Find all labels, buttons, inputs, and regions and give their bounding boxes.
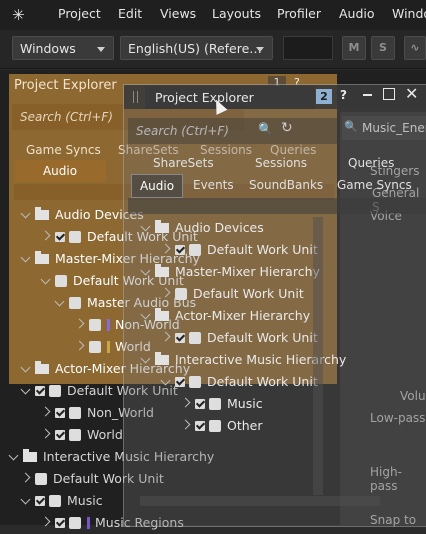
checkbox-icon[interactable] [55, 430, 65, 440]
close-icon[interactable]: ✕ [405, 84, 418, 103]
folder-icon [155, 220, 169, 233]
work-unit-icon [189, 376, 201, 388]
sliders-icon [69, 407, 81, 419]
menu-views[interactable]: Views [160, 6, 196, 21]
work-unit-icon [35, 473, 47, 485]
menu-audio[interactable]: Audio [339, 6, 375, 21]
vertical-scrollbar[interactable] [313, 217, 323, 495]
folder-icon [155, 264, 169, 277]
tree-row[interactable]: Other [180, 415, 263, 437]
mute-button[interactable]: M [342, 36, 366, 60]
meter-display [283, 36, 333, 60]
refresh-icon[interactable]: ↻ [281, 120, 293, 136]
explorer-title: Project Explorer [14, 78, 117, 93]
menu-bar: ✳ Project Edit Views Layouts Profiler Au… [0, 0, 426, 30]
language-dropdown[interactable]: English(US) (Refere… [120, 36, 273, 60]
ghost-title: Project Explorer [145, 86, 315, 109]
chevron-down-icon [256, 47, 264, 52]
tab-audio[interactable]: Audio [14, 160, 106, 182]
menu-window[interactable]: Windo [392, 6, 426, 21]
checkbox-icon[interactable] [35, 496, 45, 506]
checkbox-icon[interactable] [175, 245, 185, 255]
tab-game-syncs[interactable]: Game Syncs [26, 143, 101, 157]
checkbox-icon[interactable] [35, 386, 45, 396]
tree-row[interactable]: Music [180, 393, 263, 415]
badge-2: 2 [316, 89, 332, 104]
help-icon[interactable]: ? [340, 88, 347, 102]
work-unit-icon [189, 332, 201, 344]
menu-edit[interactable]: Edit [118, 6, 142, 21]
folder-icon [35, 361, 49, 374]
checkbox-icon[interactable] [195, 399, 205, 409]
menu-layouts[interactable]: Layouts [212, 6, 261, 21]
ghost-tab-queries[interactable]: Queries [348, 156, 394, 170]
ghost-tab-soundbanks[interactable]: SoundBanks [249, 178, 323, 192]
folder-icon [35, 207, 49, 220]
tree-row[interactable]: Default Work Unit [160, 371, 318, 393]
ghost-tab-sessions[interactable]: Sessions [255, 156, 307, 170]
horizontal-scrollbar[interactable] [140, 496, 380, 506]
work-unit-icon [49, 495, 61, 507]
tree-row[interactable]: Music [20, 490, 103, 512]
maximize-icon[interactable] [383, 88, 395, 100]
folder-icon [23, 449, 37, 462]
checkbox-icon[interactable] [175, 333, 185, 343]
bus-icon [69, 297, 81, 309]
tree-row[interactable]: World [40, 424, 123, 446]
drag-handle-icon[interactable] [133, 91, 138, 103]
platform-value: Windows [20, 41, 76, 56]
folder-icon [35, 251, 49, 264]
search-icon[interactable]: 🔍 [258, 122, 273, 136]
curve-icon[interactable]: ∿ [404, 36, 426, 60]
work-unit-icon [69, 231, 81, 243]
menu-profiler[interactable]: Profiler [277, 6, 321, 21]
search-placeholder: Search (Ctrl+F) [20, 110, 113, 124]
toolbar: Windows English(US) (Refere… M S ∿ [0, 30, 426, 69]
language-value: English(US) (Refere… [128, 41, 262, 56]
ghost-tab-game-syncs[interactable]: Game Syncs [337, 178, 412, 192]
checkbox-icon[interactable] [195, 421, 205, 431]
work-unit-icon [175, 288, 187, 300]
ghost-explorer-toolbar [128, 198, 426, 214]
checkbox-icon[interactable] [55, 408, 65, 418]
ghost-tab-events[interactable]: Events [193, 178, 234, 192]
music-regions-icon [69, 517, 81, 529]
checkbox-icon[interactable] [55, 232, 65, 242]
checkbox-icon[interactable] [55, 518, 65, 528]
folder-icon [155, 308, 169, 321]
menu-project[interactable]: Project [58, 6, 101, 21]
tree-row[interactable]: Default Work Unit [160, 283, 304, 305]
platform-dropdown[interactable]: Windows [12, 36, 114, 60]
tree-row[interactable]: Master-Mixer Hierarchy [140, 261, 320, 283]
checkbox-icon[interactable] [175, 377, 185, 387]
work-unit-icon [49, 385, 61, 397]
work-unit-icon [189, 244, 201, 256]
tree-row[interactable]: Default Work Unit [160, 239, 318, 261]
folder-icon [155, 352, 169, 365]
ghost-tab-audio[interactable]: Audio [131, 174, 183, 198]
chevron-down-icon [97, 47, 105, 52]
bus-icon [89, 319, 101, 331]
work-unit-icon [55, 275, 67, 287]
wwise-logo-icon[interactable]: ✳ [12, 7, 28, 23]
tree-row[interactable]: Default Work Unit [160, 327, 318, 349]
bus-icon [89, 341, 101, 353]
ghost-tab-sharesets[interactable]: ShareSets [153, 156, 214, 170]
minimize-icon[interactable] [363, 94, 372, 96]
tree-row[interactable]: Audio Devices [140, 217, 264, 239]
solo-button[interactable]: S [371, 36, 395, 60]
ghost-search-placeholder: Search (Ctrl+F) [136, 124, 229, 138]
music-icon [209, 420, 221, 432]
music-icon [209, 398, 221, 410]
sliders-icon [69, 429, 81, 441]
tree-row[interactable]: Actor-Mixer Hierarchy [140, 305, 310, 327]
